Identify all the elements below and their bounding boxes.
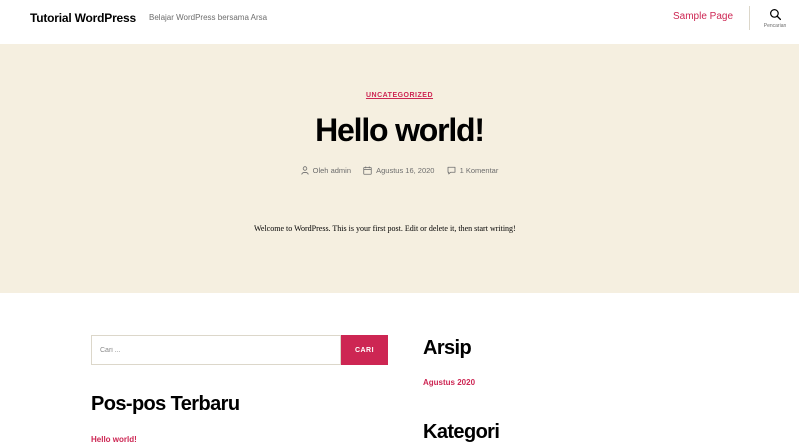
- search-icon: [769, 9, 781, 21]
- site-title[interactable]: Tutorial WordPress: [30, 11, 136, 25]
- categories-title: Kategori: [423, 421, 500, 443]
- post-hero: UNCATEGORIZED Hello world! Oleh admin Ag…: [0, 44, 799, 293]
- meta-comments: 1 Komentar: [447, 166, 499, 175]
- search-toggle-button[interactable]: Pencarian: [760, 8, 790, 38]
- post-meta: Oleh admin Agustus 16, 2020 1 Komentar: [0, 166, 799, 177]
- nav-divider: [749, 6, 750, 30]
- recent-post-link[interactable]: Hello world!: [91, 435, 137, 443]
- search-submit-button[interactable]: CARI: [341, 335, 388, 365]
- site-header: Tutorial WordPress Belajar WordPress ber…: [0, 0, 799, 44]
- nav-sample-page[interactable]: Sample Page: [673, 11, 733, 22]
- post-title: Hello world!: [315, 112, 485, 148]
- comment-icon: [447, 166, 455, 175]
- archive-link[interactable]: Agustus 2020: [423, 378, 475, 387]
- category-link[interactable]: UNCATEGORIZED: [366, 92, 433, 99]
- author-link[interactable]: Oleh admin: [313, 166, 351, 175]
- recent-posts-title: Pos-pos Terbaru: [91, 393, 240, 415]
- post-content: Welcome to WordPress. This is your first…: [254, 224, 516, 233]
- user-icon: [300, 166, 309, 175]
- archives-title: Arsip: [423, 337, 472, 359]
- date-link[interactable]: Agustus 16, 2020: [376, 166, 434, 175]
- site-description: Belajar WordPress bersama Arsa: [149, 13, 268, 22]
- calendar-icon: [363, 166, 372, 175]
- search-toggle-label: Pencarian: [763, 23, 787, 29]
- search-form: CARI: [91, 335, 388, 365]
- post-category: UNCATEGORIZED: [0, 84, 799, 102]
- comments-link[interactable]: 1 Komentar: [460, 166, 499, 175]
- meta-author: Oleh admin: [300, 166, 351, 175]
- search-input[interactable]: [91, 335, 341, 365]
- meta-date: Agustus 16, 2020: [363, 166, 434, 175]
